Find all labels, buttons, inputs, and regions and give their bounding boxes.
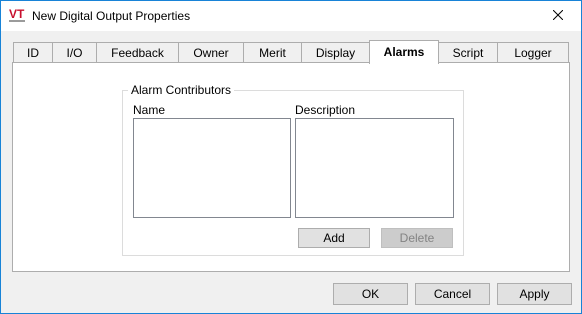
tab-owner[interactable]: Owner [178,42,244,62]
svg-text:VT: VT [9,7,25,21]
tab-alarms[interactable]: Alarms [369,40,439,64]
name-listbox[interactable] [133,118,291,218]
vt-scada-logo-icon: VT [9,7,26,23]
tab-merit[interactable]: Merit [243,42,302,62]
cancel-button[interactable]: Cancel [415,283,490,305]
group-title: Alarm Contributors [128,83,235,97]
tab-io[interactable]: I/O [52,42,97,62]
tab-feedback[interactable]: Feedback [96,42,179,62]
description-listbox[interactable] [295,118,454,218]
title-bar[interactable]: VT New Digital Output Properties [1,1,581,31]
tab-logger[interactable]: Logger [497,42,569,62]
alarms-tab-panel: Alarm Contributors Name Description Add … [12,62,570,272]
alarm-contributors-group: Alarm Contributors Name Description Add … [122,83,464,256]
ok-button[interactable]: OK [333,283,408,305]
window-title: New Digital Output Properties [32,9,191,23]
description-column-label: Description [295,103,356,117]
properties-dialog: VT New Digital Output Properties ID I/O … [0,0,582,314]
tab-display[interactable]: Display [301,42,370,62]
tab-script[interactable]: Script [438,42,498,62]
add-button[interactable]: Add [298,228,370,248]
close-button[interactable] [535,1,581,31]
tab-id[interactable]: ID [13,42,53,62]
apply-button[interactable]: Apply [497,283,572,305]
name-column-label: Name [133,103,166,117]
close-icon [552,9,564,23]
delete-button[interactable]: Delete [381,228,453,248]
